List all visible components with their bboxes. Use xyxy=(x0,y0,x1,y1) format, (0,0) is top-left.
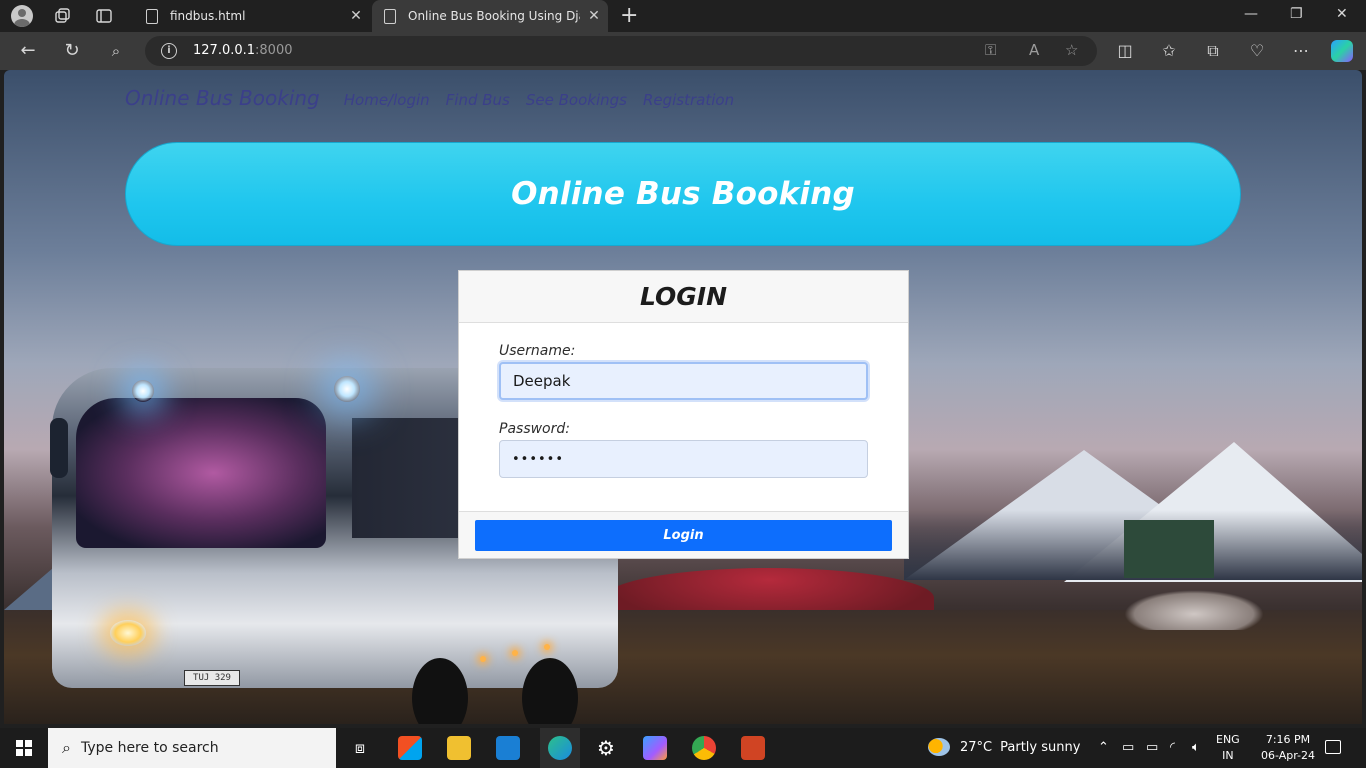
login-card: LOGIN Username: Deepak Password: •••••• … xyxy=(458,270,909,559)
start-icon[interactable] xyxy=(16,740,32,756)
key-icon[interactable]: ⚿ xyxy=(985,41,996,59)
wifi-icon[interactable]: ◜ xyxy=(1170,740,1175,755)
url-text: 127.0.0.1:8000 xyxy=(193,43,293,58)
browser-tab-bar: findbus.html ✕ Online Bus Booking Using … xyxy=(0,0,1366,32)
address-input[interactable]: i 127.0.0.1:8000 ⚿ A ☆ xyxy=(145,36,1097,66)
close-tab-icon[interactable]: ✕ xyxy=(342,8,370,24)
file-explorer-icon[interactable] xyxy=(447,736,471,760)
search-icon: ⌕ xyxy=(62,738,71,757)
powerpoint-icon[interactable] xyxy=(741,736,765,760)
tab-actions-icon[interactable] xyxy=(92,4,116,28)
task-view-icon[interactable]: ⧈ xyxy=(348,736,372,760)
nav-home-login[interactable]: Home/login xyxy=(344,91,430,109)
chrome-icon[interactable] xyxy=(692,736,716,760)
nav-find-bus[interactable]: Find Bus xyxy=(446,91,510,109)
restore-icon[interactable]: ❐ xyxy=(1290,6,1303,22)
vscode-icon[interactable] xyxy=(496,736,520,760)
collections-icon[interactable]: ⧉ xyxy=(1202,40,1224,62)
tab-title: Online Bus Booking Using Djang xyxy=(408,9,580,23)
clock-date: 06-Apr-24 xyxy=(1260,749,1316,762)
copilot-app-icon[interactable] xyxy=(643,736,667,760)
clock-time: 7:16 PM xyxy=(1265,733,1311,746)
weather-condition: Partly sunny xyxy=(1000,739,1081,755)
meet-icon[interactable]: ▭ xyxy=(1122,740,1134,755)
copilot-icon[interactable] xyxy=(1331,40,1353,62)
info-icon[interactable]: i xyxy=(161,43,177,59)
notifications-icon[interactable] xyxy=(1325,740,1341,754)
edge-icon[interactable] xyxy=(540,728,580,768)
tab-title: findbus.html xyxy=(170,9,246,23)
login-card-footer: Login xyxy=(459,511,908,558)
page-viewport: TUJ 329 Online Bus Booking Home/login Fi… xyxy=(4,70,1362,724)
search-icon[interactable]: ⌕ xyxy=(104,40,128,62)
document-icon xyxy=(384,8,396,24)
background-rocks xyxy=(1124,590,1264,630)
site-navbar: Online Bus Booking Home/login Find Bus S… xyxy=(125,86,750,110)
favorites-icon[interactable]: ✩ xyxy=(1158,40,1180,62)
language-indicator[interactable]: ENG IN xyxy=(1216,732,1240,764)
split-screen-icon[interactable]: ◫ xyxy=(1114,40,1136,62)
back-icon[interactable]: ← xyxy=(16,40,40,62)
battery-icon[interactable]: ▭ xyxy=(1146,740,1158,755)
lang-code: ENG xyxy=(1216,733,1240,746)
hero-banner: Online Bus Booking xyxy=(125,142,1241,246)
username-label: Username: xyxy=(499,343,576,359)
minimize-icon[interactable]: — xyxy=(1244,6,1258,22)
weather-widget[interactable]: 27°C Partly sunny xyxy=(928,738,1080,756)
bus-plate: TUJ 329 xyxy=(184,670,240,686)
taskbar-search[interactable]: ⌕ Type here to search xyxy=(48,728,336,768)
clock[interactable]: 7:16 PM 06-Apr-24 xyxy=(1252,732,1324,764)
password-label: Password: xyxy=(499,421,570,437)
document-icon xyxy=(146,8,158,24)
chevron-up-icon[interactable]: ⌃ xyxy=(1098,740,1109,755)
search-placeholder: Type here to search xyxy=(80,740,219,756)
windows-taskbar: ⌕ Type here to search ⧈ ⚙ 27°C Partly su… xyxy=(0,728,1366,768)
site-brand[interactable]: Online Bus Booking xyxy=(125,86,320,110)
browser-essentials-icon[interactable]: ♡ xyxy=(1246,40,1268,62)
close-window-icon[interactable]: ✕ xyxy=(1336,6,1348,22)
nav-registration[interactable]: Registration xyxy=(643,91,734,109)
refresh-icon[interactable]: ↻ xyxy=(60,40,84,62)
hero-title: Online Bus Booking xyxy=(511,176,855,212)
login-card-header: LOGIN xyxy=(459,271,908,323)
login-button[interactable]: Login xyxy=(475,520,892,551)
settings-icon[interactable]: ⚙ xyxy=(594,736,618,760)
weather-temp: 27°C xyxy=(960,739,993,755)
login-heading: LOGIN xyxy=(639,282,728,311)
close-tab-icon[interactable]: ✕ xyxy=(580,8,608,24)
region-code: IN xyxy=(1222,749,1234,762)
tab-findbus[interactable]: findbus.html ✕ xyxy=(134,0,370,32)
background-container xyxy=(1124,520,1214,578)
new-tab-icon[interactable]: + xyxy=(620,3,638,28)
nav-see-bookings[interactable]: See Bookings xyxy=(526,91,627,109)
address-bar-row: ← ↻ ⌕ i 127.0.0.1:8000 ⚿ A ☆ ◫ ✩ ⧉ ♡ ⋯ xyxy=(0,32,1366,70)
profile-icon[interactable] xyxy=(10,4,34,28)
password-field[interactable]: •••••• xyxy=(499,440,868,478)
partly-sunny-icon xyxy=(928,738,950,756)
username-field[interactable]: Deepak xyxy=(499,362,868,400)
favorite-icon[interactable]: ☆ xyxy=(1065,41,1078,59)
workspaces-icon[interactable] xyxy=(50,4,74,28)
more-icon[interactable]: ⋯ xyxy=(1290,40,1312,62)
store-icon[interactable] xyxy=(398,736,422,760)
volume-icon[interactable]: 🔈︎ xyxy=(1192,740,1200,755)
read-aloud-icon[interactable]: A xyxy=(1029,41,1039,59)
tab-online-bus-booking[interactable]: Online Bus Booking Using Djang ✕ xyxy=(372,0,608,32)
